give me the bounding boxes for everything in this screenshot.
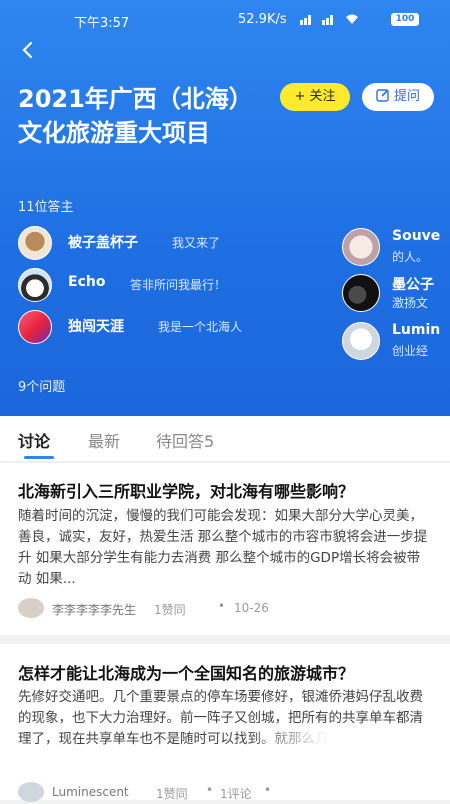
avatar bbox=[18, 310, 52, 344]
author-name[interactable]: 李李李李李先生 bbox=[52, 601, 136, 618]
status-bar: 下午3:57 52.9K/s 100 bbox=[0, 0, 450, 38]
question-title[interactable]: 北海新引入三所职业学院，对北海有哪些影响？ bbox=[18, 478, 354, 502]
answerer-item[interactable]: Echo 答非所问我最行！ bbox=[18, 268, 278, 302]
signal-wifi-icon bbox=[300, 14, 358, 25]
avatar bbox=[18, 598, 44, 618]
tab-unanswered[interactable]: 待回答5 bbox=[156, 428, 214, 452]
topic-title: 2021年广西（北海）文化旅游重大项目 bbox=[18, 85, 253, 147]
back-button[interactable] bbox=[20, 40, 38, 62]
answerer-bio: 创业经 bbox=[392, 344, 429, 358]
answerer-item[interactable]: 墨公子 激扬文 bbox=[342, 274, 450, 314]
question-title[interactable]: 怎样才能让北海成为一个全国知名的旅游城市？ bbox=[18, 660, 354, 684]
answerer-name: 独闯天涯 bbox=[68, 319, 124, 335]
answer-date: 10-26 bbox=[234, 601, 269, 615]
follow-button[interactable]: + 关注 bbox=[280, 83, 350, 111]
separator-dot: • bbox=[218, 599, 226, 613]
answerer-item[interactable]: 被子盖杯子 我又来了 bbox=[18, 226, 278, 260]
avatar bbox=[18, 226, 52, 260]
answer-meta: Luminescent 1赞同 • 1评论 • bbox=[18, 782, 432, 804]
answer-meta: 李李李李李先生 1赞同 • 10-26 bbox=[18, 598, 432, 620]
avatar bbox=[342, 228, 380, 266]
likes-count: 1赞同 bbox=[154, 603, 186, 617]
excerpt-fade bbox=[250, 728, 450, 776]
avatar bbox=[18, 782, 44, 802]
separator-dot: • bbox=[264, 783, 272, 797]
ask-label: 提问 bbox=[393, 89, 420, 104]
author-name[interactable]: Luminescent bbox=[52, 785, 129, 799]
answerer-bio: 的人。 bbox=[392, 250, 429, 264]
avatar bbox=[342, 274, 380, 312]
question-excerpt: 随着时间的沉淀，慢慢的我们可能会发现：如果大部分大学心灵美，善良，诚实，友好，热… bbox=[18, 508, 428, 587]
status-time: 下午3:57 bbox=[74, 16, 130, 31]
separator-dot: • bbox=[206, 783, 214, 797]
question-count: 9个问题 bbox=[18, 380, 66, 395]
comments-count: 1评论 bbox=[220, 787, 252, 801]
tab-indicator bbox=[24, 456, 54, 459]
answerer-bio: 答非所问我最行！ bbox=[130, 278, 227, 292]
avatar bbox=[342, 322, 380, 360]
answerer-bio: 我又来了 bbox=[172, 236, 221, 250]
chevron-left-icon bbox=[22, 41, 33, 59]
network-speed: 52.9K/s bbox=[238, 12, 287, 27]
ask-button[interactable]: 提问 bbox=[362, 83, 434, 111]
edit-icon bbox=[376, 89, 389, 102]
answerer-name: 墨公子 bbox=[392, 277, 434, 293]
answerer-name: Echo bbox=[68, 274, 106, 290]
answerer-bio: 我是一个北海人 bbox=[158, 320, 243, 334]
likes-count: 1赞同 bbox=[156, 787, 188, 801]
topic-header: 下午3:57 52.9K/s 100 2021年广西（北海）文化旅游重大项目 +… bbox=[0, 0, 450, 416]
tab-bar: 讨论 最新 待回答5 bbox=[0, 416, 450, 462]
answerer-name: Lumin bbox=[392, 322, 441, 338]
answerer-name: Souve bbox=[392, 228, 441, 244]
answerer-item[interactable]: Lumin 创业经 bbox=[342, 322, 450, 362]
battery-icon: 100 bbox=[391, 13, 419, 26]
tab-discussion[interactable]: 讨论 bbox=[18, 428, 50, 452]
answerer-name: 被子盖杯子 bbox=[68, 235, 138, 251]
answerer-item[interactable]: Souve 的人。 bbox=[342, 228, 450, 268]
answerer-count: 11位答主 bbox=[18, 200, 74, 215]
signal-icons bbox=[300, 12, 380, 29]
answerer-bio: 激扬文 bbox=[392, 296, 429, 310]
answerer-item[interactable]: 独闯天涯 我是一个北海人 bbox=[18, 310, 278, 344]
avatar bbox=[18, 268, 52, 302]
tab-latest[interactable]: 最新 bbox=[88, 428, 120, 452]
